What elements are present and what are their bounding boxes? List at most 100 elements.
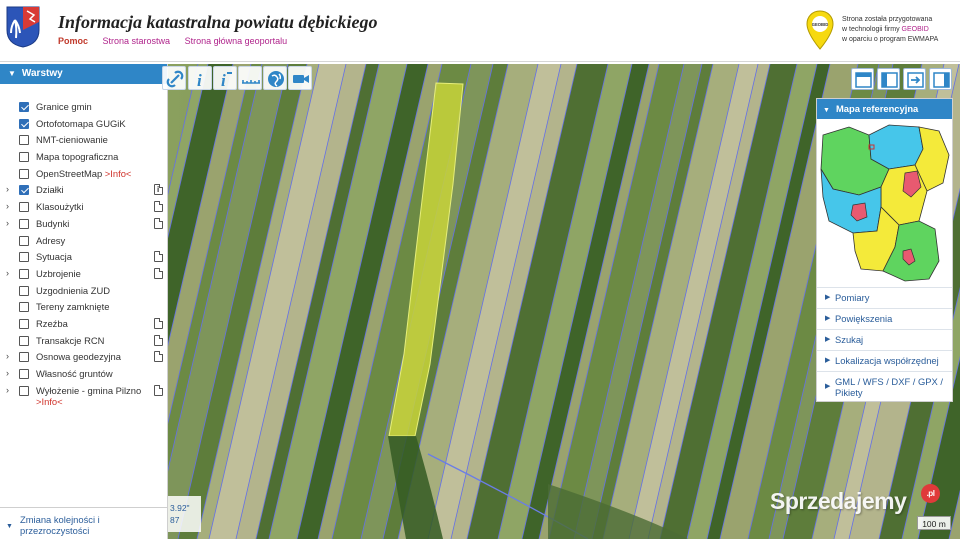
layer-item[interactable]: Sytuacja bbox=[0, 250, 167, 267]
coordinate-line-2: 87 bbox=[170, 515, 180, 525]
tool-link[interactable] bbox=[162, 66, 186, 90]
reference-panel: ▼ Mapa referencyjna ▶ Pomiary ▶ Powiększeni… bbox=[816, 98, 953, 402]
layer-checkbox[interactable] bbox=[19, 118, 29, 129]
panel-item-powiekszenia[interactable]: ▶ Powiększenia bbox=[817, 308, 952, 329]
watermark: Sprzedajemy .pl bbox=[770, 484, 940, 515]
layer-checkbox[interactable] bbox=[19, 152, 29, 163]
layers-panel-header[interactable]: ▼ Warstwy bbox=[0, 64, 167, 84]
panel-item-szukaj[interactable]: ▶ Szukaj bbox=[817, 329, 952, 350]
document-icon[interactable] bbox=[154, 251, 163, 263]
layer-label: Działki bbox=[36, 184, 64, 195]
layer-item[interactable]: Granice gmin bbox=[0, 100, 167, 117]
layer-checkbox[interactable] bbox=[19, 285, 29, 296]
layer-label: Klasoużytki bbox=[36, 201, 83, 212]
layer-item[interactable]: › Budynki bbox=[0, 217, 167, 234]
nav-link-strona-starostwa[interactable]: Strona starostwa bbox=[103, 36, 171, 46]
document-icon[interactable] bbox=[154, 317, 163, 329]
layer-checkbox[interactable] bbox=[19, 268, 29, 279]
view-top-panel-button[interactable] bbox=[851, 68, 874, 90]
view-expand-button[interactable] bbox=[903, 68, 926, 90]
layer-item[interactable]: Tereny zamknięte bbox=[0, 300, 167, 317]
layer-item[interactable]: NMT-cieniowanie bbox=[0, 133, 167, 150]
nav-link-geoportal[interactable]: Strona główna geoportalu bbox=[185, 36, 288, 46]
layer-order-link[interactable]: ▼ Zmiana kolejności i przezroczystości bbox=[0, 507, 168, 539]
layer-checkbox[interactable] bbox=[19, 352, 29, 363]
view-left-panel-button[interactable] bbox=[877, 68, 900, 90]
layer-label: Rzeźba bbox=[36, 318, 68, 329]
county-crest-icon bbox=[6, 6, 40, 48]
layer-checkbox[interactable] bbox=[19, 202, 29, 213]
expand-arrow-icon[interactable]: › bbox=[6, 385, 9, 395]
layer-checkbox[interactable] bbox=[19, 185, 29, 196]
tool-info[interactable]: i bbox=[188, 66, 212, 90]
layer-item[interactable]: › Uzbrojenie bbox=[0, 267, 167, 284]
panel-item-pomiary[interactable]: ▶ Pomiary bbox=[817, 287, 952, 308]
document-icon[interactable] bbox=[154, 351, 163, 363]
document-icon[interactable] bbox=[154, 267, 163, 279]
layer-list: Granice gmin Ortofotomapa GUGiK NMT-cienio… bbox=[0, 84, 167, 414]
layer-checkbox[interactable] bbox=[19, 218, 29, 229]
nav-link-pomoc[interactable]: Pomoc bbox=[58, 36, 88, 46]
layer-item[interactable]: › Działki bbox=[0, 183, 167, 200]
layer-item[interactable]: Ortofotomapa GUGiK bbox=[0, 117, 167, 134]
layer-item[interactable]: › Wyłożenie - gmina Pilzno >Info< bbox=[0, 384, 167, 414]
layer-checkbox[interactable] bbox=[19, 102, 29, 112]
layer-label: Budynki bbox=[36, 218, 69, 229]
layout-right-icon bbox=[933, 72, 950, 88]
document-icon[interactable] bbox=[154, 217, 163, 229]
expand-arrow-icon[interactable]: › bbox=[6, 184, 9, 194]
view-right-panel-button[interactable] bbox=[929, 68, 952, 90]
layer-checkbox[interactable] bbox=[19, 385, 29, 396]
geobid-link[interactable]: GEOBID bbox=[902, 26, 929, 33]
layer-checkbox[interactable] bbox=[19, 135, 29, 146]
reference-map-header[interactable]: ▼ Mapa referencyjna bbox=[817, 99, 952, 119]
expand-arrow-icon[interactable]: › bbox=[6, 268, 9, 278]
panel-item-export[interactable]: ▶ GML / WFS / DXF / GPX / Pikiety bbox=[817, 371, 952, 403]
layer-label-text: Działki bbox=[36, 184, 64, 196]
tool-info-extended[interactable]: i bbox=[213, 66, 237, 90]
document-info-icon[interactable] bbox=[154, 184, 163, 196]
expand-arrow-icon[interactable]: › bbox=[6, 351, 9, 361]
layer-item[interactable]: Uzgodnienia ZUD bbox=[0, 284, 167, 301]
tool-measure[interactable] bbox=[238, 66, 262, 90]
layer-label: Adresy bbox=[36, 235, 65, 246]
tool-globe[interactable] bbox=[263, 66, 287, 90]
expand-arrow-icon[interactable]: › bbox=[6, 218, 9, 228]
layer-info-link[interactable]: >Info< bbox=[36, 396, 63, 407]
layer-checkbox[interactable] bbox=[19, 235, 29, 246]
document-icon[interactable] bbox=[154, 334, 163, 346]
layer-item[interactable]: › Własność gruntów bbox=[0, 367, 167, 384]
layer-label-text: Transakcje RCN bbox=[36, 334, 105, 346]
layer-item[interactable]: OpenStreetMap >Info< bbox=[0, 167, 167, 184]
layer-checkbox[interactable] bbox=[19, 168, 29, 179]
layer-label-text: Rzeźba bbox=[36, 317, 68, 329]
layer-item[interactable]: Mapa topograficzna bbox=[0, 150, 167, 167]
document-icon[interactable] bbox=[154, 384, 163, 396]
layer-label: Granice gmin bbox=[36, 101, 92, 112]
layer-item[interactable]: Transakcje RCN bbox=[0, 334, 167, 351]
layer-item[interactable]: Adresy bbox=[0, 234, 167, 251]
layer-item[interactable]: › Klasoużytki bbox=[0, 200, 167, 217]
arrow-right-icon bbox=[907, 72, 924, 88]
layer-checkbox[interactable] bbox=[19, 318, 29, 329]
scale-bar: 100 m bbox=[917, 516, 951, 530]
expand-arrow-icon[interactable]: › bbox=[6, 368, 9, 378]
top-nav: Pomoc Strona starostwa Strona główna geo… bbox=[58, 36, 299, 46]
layer-label-text: NMT-cieniowanie bbox=[36, 134, 108, 146]
document-icon[interactable] bbox=[154, 201, 163, 213]
layer-info-link[interactable]: >Info< bbox=[105, 168, 132, 179]
expand-arrow-icon[interactable]: › bbox=[6, 201, 9, 211]
layer-checkbox[interactable] bbox=[19, 252, 29, 263]
panel-item-lokalizacja[interactable]: ▶ Lokalizacja współrzędnej bbox=[817, 350, 952, 371]
layer-item[interactable]: › Osnowa geodezyjna bbox=[0, 350, 167, 367]
info-extended-icon: i bbox=[221, 71, 232, 90]
layer-checkbox[interactable] bbox=[19, 335, 29, 346]
reference-map[interactable] bbox=[819, 121, 951, 287]
layer-checkbox[interactable] bbox=[19, 369, 29, 379]
layer-label: Mapa topograficzna bbox=[36, 151, 118, 162]
tool-camera[interactable] bbox=[288, 66, 312, 90]
globe-icon bbox=[268, 71, 284, 87]
layer-checkbox[interactable] bbox=[19, 302, 29, 313]
layer-item[interactable]: Rzeźba bbox=[0, 317, 167, 334]
layer-label: NMT-cieniowanie bbox=[36, 134, 108, 145]
